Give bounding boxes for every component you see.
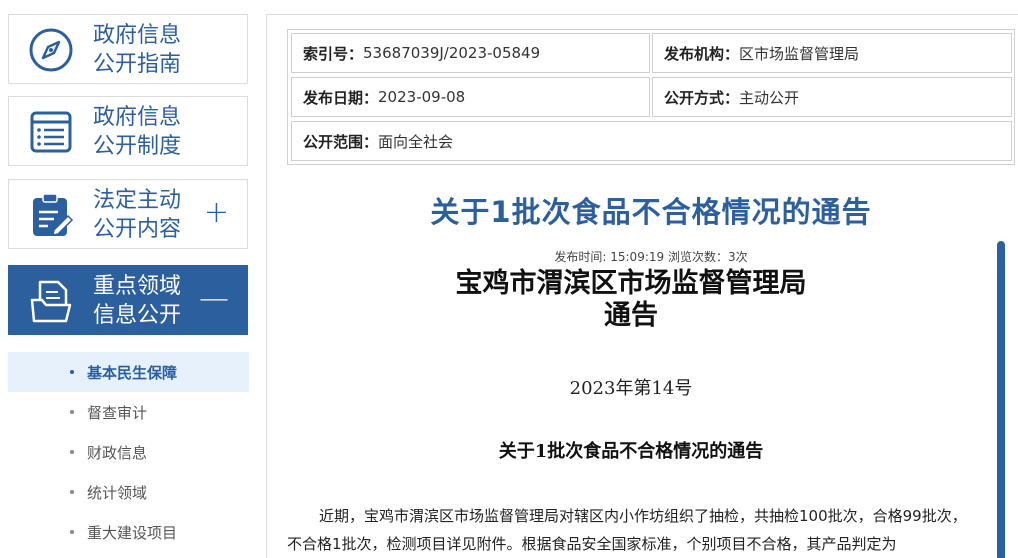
sidebar: 政府信息 公开指南 政府信息 公开制度 法定主动 公开内容 + 重点领域 信息公… — [0, 0, 258, 558]
sub-nav-item-statistics[interactable]: 统计领域 — [8, 472, 249, 512]
meta-scope: 公开范围： 面向全社会 — [291, 121, 1012, 161]
meta-index-label: 索引号： — [303, 44, 364, 63]
nav-label-line2: 公开指南 — [93, 52, 182, 77]
sub-nav-label: 财政信息 — [87, 443, 148, 462]
sub-nav-label: 统计领域 — [87, 483, 148, 502]
document-issuer-name: 宝鸡市渭滨区市场监督管理局 — [455, 268, 807, 299]
sub-nav-label: 基本民生保障 — [87, 363, 178, 382]
document-issuer: 宝鸡市渭滨区市场监督管理局 通告 — [287, 268, 975, 332]
scrollbar-thumb[interactable] — [997, 241, 1005, 558]
document-type: 通告 — [604, 300, 658, 331]
article-body: 近期，宝鸡市渭滨区市场监督管理局对辖区内小作坊组织了抽检，共抽检100批次，合格… — [287, 507, 967, 553]
sub-nav-list: 基本民生保障 督查审计 财政信息 统计领域 重大建设项目 — [8, 352, 249, 552]
meta-date-value: 2023-09-08 — [378, 88, 466, 106]
meta-index-value: 53687039J/2023-05849 — [363, 44, 541, 62]
bullet-icon — [70, 410, 74, 414]
article-title: 关于1批次食品不合格情况的通告 — [430, 195, 872, 229]
folder-document-icon — [27, 277, 75, 325]
sub-nav-label: 重大建设项目 — [87, 523, 178, 542]
nav-gov-info-system[interactable]: 政府信息 公开制度 — [8, 96, 248, 166]
meta-mode: 公开方式： 主动公开 — [652, 77, 1012, 117]
sub-nav-item-audit[interactable]: 督查审计 — [8, 392, 249, 432]
compass-icon — [27, 26, 75, 74]
sub-nav-label: 督查审计 — [87, 403, 148, 422]
meta-org: 发布机构： 区市场监督管理局 — [652, 33, 1012, 73]
meta-mode-label: 公开方式： — [664, 88, 740, 107]
nav-label-line2: 信息公开 — [93, 303, 182, 328]
collapse-icon[interactable]: — — [199, 284, 229, 314]
meta-date-label: 发布日期： — [303, 88, 379, 107]
nav-gov-info-guide[interactable]: 政府信息 公开指南 — [8, 14, 248, 84]
nav-label: 政府信息 公开指南 — [93, 21, 203, 79]
sub-nav-item-basic-livelihood[interactable]: 基本民生保障 — [8, 352, 249, 392]
nav-key-area-info[interactable]: 重点领域 信息公开 — — [8, 265, 248, 335]
publish-info: 发布时间: 15:09:19 浏览次数：3次 — [554, 250, 748, 264]
document-subtitle: 关于1批次食品不合格情况的通告 — [498, 441, 764, 462]
nav-label-line1: 政府信息 — [93, 105, 182, 130]
meta-org-label: 发布机构： — [664, 44, 740, 63]
document-number: 2023年第14号 — [569, 378, 693, 399]
nav-label-line1: 重点领域 — [93, 274, 182, 299]
nav-label-line2: 公开内容 — [93, 217, 182, 242]
meta-org-value: 区市场监督管理局 — [739, 44, 860, 63]
bullet-icon — [70, 530, 74, 534]
nav-statutory-content[interactable]: 法定主动 公开内容 + — [8, 179, 248, 249]
meta-scope-value: 面向全社会 — [378, 132, 454, 151]
bullet-icon — [70, 450, 74, 454]
nav-label-line1: 政府信息 — [93, 23, 182, 48]
sub-nav-item-finance[interactable]: 财政信息 — [8, 432, 249, 472]
clipboard-edit-icon — [27, 191, 75, 239]
nav-label-line1: 法定主动 — [93, 188, 182, 213]
bullet-icon — [70, 370, 74, 374]
nav-label: 重点领域 信息公开 — [93, 272, 203, 330]
document-list-icon — [27, 108, 75, 156]
nav-label-line2: 公开制度 — [93, 134, 182, 159]
sub-nav-item-major-projects[interactable]: 重大建设项目 — [8, 512, 249, 552]
nav-label: 政府信息 公开制度 — [93, 103, 203, 161]
meta-index: 索引号： 53687039J/2023-05849 — [291, 33, 650, 73]
meta-scope-label: 公开范围： — [303, 132, 379, 151]
meta-mode-value: 主动公开 — [739, 88, 800, 107]
bullet-icon — [70, 490, 74, 494]
nav-label: 法定主动 公开内容 — [93, 186, 203, 244]
meta-date: 发布日期： 2023-09-08 — [291, 77, 650, 117]
expand-icon[interactable]: + — [204, 198, 229, 228]
